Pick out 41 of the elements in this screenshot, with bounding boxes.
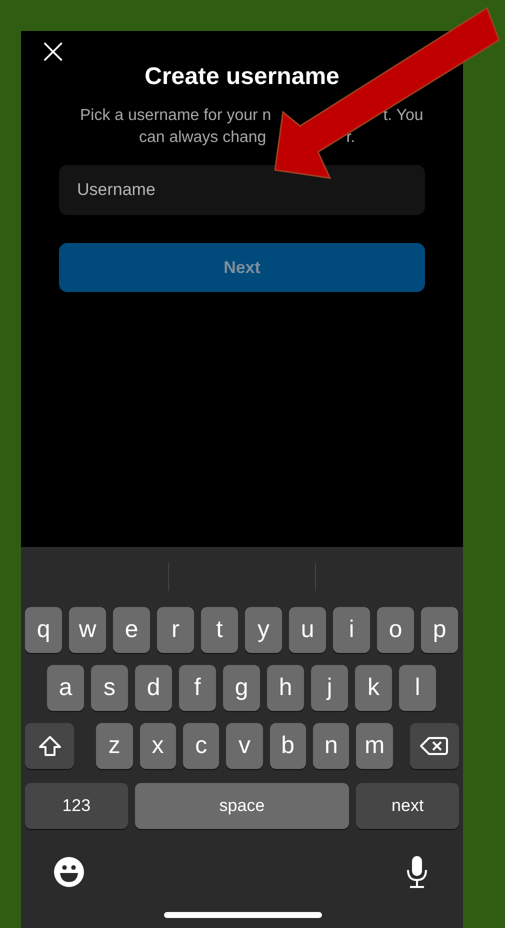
keyboard-key[interactable]: p [421,607,458,653]
close-button[interactable]: × [36,34,70,70]
keyboard-key[interactable]: z [96,723,133,769]
keyboard-key[interactable]: w [69,607,106,653]
emoji-icon[interactable] [53,856,85,888]
subtitle-text: Pick a username for your n [80,106,272,126]
keyboard-key[interactable]: t [201,607,238,653]
space-key[interactable]: space [134,783,350,829]
keyboard-key[interactable]: d [135,665,172,711]
keyboard-key[interactable]: o [377,607,414,653]
keyboard-key[interactable]: b [270,723,306,769]
keyboard-key[interactable]: c [182,723,220,769]
keyboard-key[interactable]: g [223,665,260,711]
next-key[interactable]: next [356,783,459,829]
username-field[interactable]: Username [59,165,425,215]
keyboard-key[interactable]: a [47,665,84,711]
keyboard-key[interactable]: k [355,665,392,711]
keyboard-key[interactable]: m [356,723,393,769]
keyboard-key[interactable]: h [267,665,304,711]
keyboard-key[interactable]: l [399,665,436,711]
subtitle-text: r. [346,128,356,148]
keyboard-key[interactable]: i [333,607,370,653]
backspace-icon [420,736,448,756]
shift-icon [38,735,62,757]
keyboard-key[interactable]: u [289,607,326,653]
keyboard-key[interactable]: v [226,723,263,769]
shift-key[interactable] [25,723,74,769]
keyboard-key[interactable]: e [113,607,150,653]
delete-key[interactable] [410,723,459,769]
microphone-icon[interactable] [405,855,429,889]
keyboard-key[interactable]: j [311,665,348,711]
subtitle-text: can always chang [139,128,266,148]
numbers-key[interactable]: 123 [25,783,128,829]
keyboard-key[interactable]: x [140,723,176,769]
keyboard-key[interactable]: s [91,665,128,711]
keyboard-key[interactable]: f [179,665,216,711]
screen-title: Create username [144,63,340,91]
keyboard-key[interactable]: y [245,607,282,653]
keyboard-key[interactable]: n [313,723,350,769]
keyboard-key[interactable]: r [157,607,194,653]
keyboard-key[interactable]: q [25,607,62,653]
